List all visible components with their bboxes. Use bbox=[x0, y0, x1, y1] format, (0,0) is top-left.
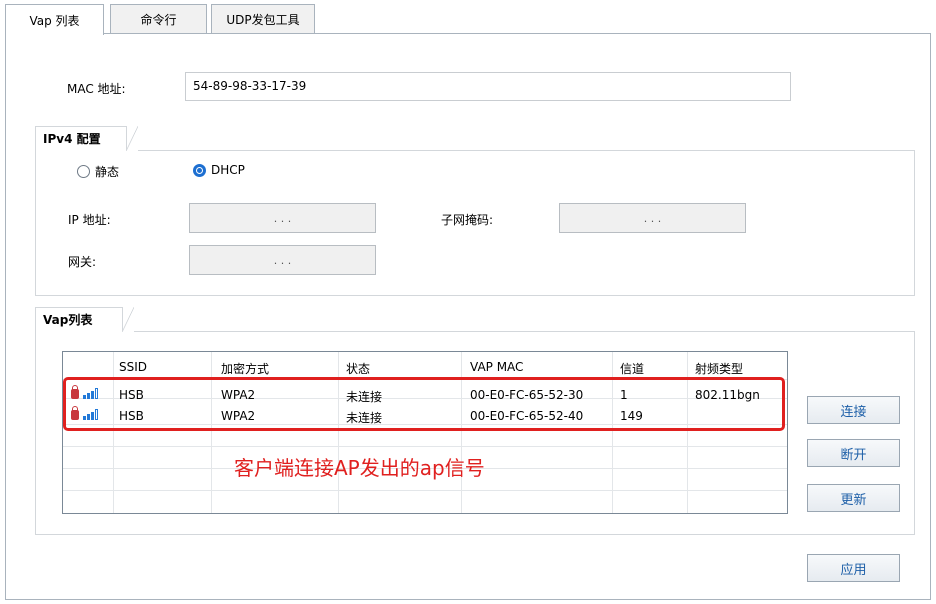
subnet-mask-dots: . . . bbox=[643, 211, 662, 225]
apply-button[interactable]: 应用 bbox=[807, 554, 900, 582]
header-radio-type[interactable]: 射频类型 bbox=[695, 360, 743, 377]
tab-command-line[interactable]: 命令行 bbox=[110, 4, 207, 34]
connect-button[interactable]: 连接 bbox=[807, 396, 900, 424]
ip-address-label: IP 地址: bbox=[68, 213, 111, 227]
static-radio-label: 静态 bbox=[95, 165, 120, 179]
static-radio[interactable]: 静态 bbox=[77, 163, 119, 180]
annotation-text: 客户端连接AP发出的ap信号 bbox=[234, 456, 485, 480]
radio-unchecked-icon bbox=[77, 165, 90, 178]
header-vap-mac[interactable]: VAP MAC bbox=[470, 360, 523, 374]
gateway-field[interactable]: . . . bbox=[189, 245, 376, 275]
subnet-mask-label: 子网掩码: bbox=[441, 213, 494, 227]
disconnect-button[interactable]: 断开 bbox=[807, 439, 900, 467]
vap-table: SSID 加密方式 状态 VAP MAC 信道 射频类型 HSB WPA2 未连… bbox=[62, 351, 788, 514]
gateway-dots: . . . bbox=[273, 253, 292, 267]
highlight-box bbox=[63, 377, 785, 431]
ipv4-group-title: IPv4 配置 bbox=[35, 126, 138, 151]
subnet-mask-field[interactable]: . . . bbox=[559, 203, 746, 233]
ip-address-field[interactable]: . . . bbox=[189, 203, 376, 233]
tab-bar: Vap 列表 命令行 UDP发包工具 bbox=[0, 0, 936, 35]
row-divider bbox=[63, 490, 787, 491]
radio-checked-icon bbox=[193, 163, 206, 177]
gateway-label: 网关: bbox=[68, 255, 97, 269]
row-divider bbox=[63, 446, 787, 447]
dhcp-radio[interactable]: DHCP bbox=[193, 163, 245, 177]
mac-address-field[interactable]: 54-89-98-33-17-39 bbox=[185, 72, 791, 101]
tab-vap-list[interactable]: Vap 列表 bbox=[5, 4, 104, 35]
header-encryption[interactable]: 加密方式 bbox=[221, 360, 269, 377]
vap-group-title: Vap列表 bbox=[35, 307, 134, 332]
ip-address-dots: . . . bbox=[273, 211, 292, 225]
mac-label: MAC 地址: bbox=[67, 82, 126, 96]
tab-udp-tool[interactable]: UDP发包工具 bbox=[211, 4, 315, 34]
header-status[interactable]: 状态 bbox=[346, 360, 370, 377]
header-channel[interactable]: 信道 bbox=[620, 360, 644, 377]
dhcp-radio-label: DHCP bbox=[211, 163, 245, 177]
refresh-button[interactable]: 更新 bbox=[807, 484, 900, 512]
header-ssid[interactable]: SSID bbox=[119, 360, 147, 374]
